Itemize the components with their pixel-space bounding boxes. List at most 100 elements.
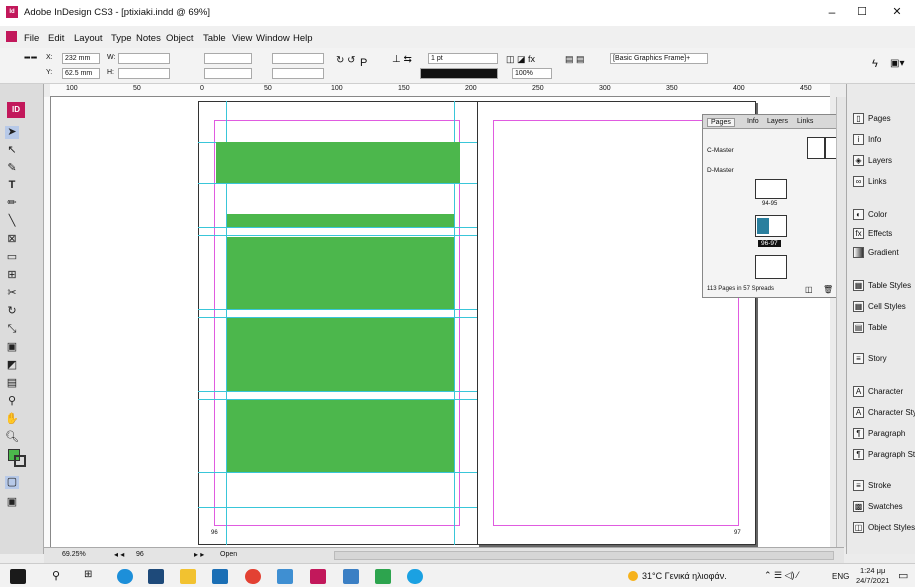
close-button[interactable]: ✕	[885, 2, 909, 22]
preview-mode-icon[interactable]: ▣	[5, 496, 19, 509]
gradient-feather-tool-icon[interactable]: ◩	[5, 359, 19, 372]
open-status[interactable]: Open	[220, 551, 237, 558]
skype-icon[interactable]	[407, 569, 423, 584]
rotation-field[interactable]	[272, 53, 324, 64]
zoom-tool-icon[interactable]: 🔍︎	[5, 431, 19, 444]
reference-point-icon[interactable]: ▪▪▪ ▪▪▪	[24, 54, 38, 68]
panel-effects[interactable]: fx Effects	[853, 223, 915, 243]
menu-object[interactable]: Object	[166, 33, 193, 44]
tab-layers[interactable]: Layers	[767, 118, 788, 125]
clock-time[interactable]: 1:24 μμ	[860, 566, 885, 575]
clock-date[interactable]: 24/7/2021	[856, 576, 889, 585]
minimize-button[interactable]: –	[820, 2, 844, 22]
panel-color[interactable]: ◐ Color	[853, 204, 915, 224]
tab-links[interactable]: Links	[797, 118, 813, 125]
scale-x-field[interactable]	[204, 53, 252, 64]
tab-info[interactable]: Info	[747, 118, 759, 125]
green-frame[interactable]	[227, 400, 454, 472]
rectangle-tool-icon[interactable]: ▭	[5, 251, 19, 264]
menu-layout[interactable]: Layout	[74, 33, 103, 44]
opacity-field[interactable]: 100%	[512, 68, 552, 79]
menu-edit[interactable]: Edit	[48, 33, 64, 44]
panel-links[interactable]: ∞ Links	[853, 171, 915, 191]
horizontal-guide[interactable]	[198, 309, 477, 310]
note-tool-icon[interactable]: ▤	[5, 377, 19, 390]
green-frame[interactable]	[227, 237, 454, 309]
panel-stroke[interactable]: ≡ Stroke	[853, 475, 915, 495]
file-explorer-icon[interactable]	[180, 569, 196, 584]
panel-paragraph-styles[interactable]: ¶Paragraph Styles	[853, 444, 915, 464]
page-nav-next[interactable]: ▸ ▸	[194, 550, 204, 559]
panel-table[interactable]: ▤ Table	[853, 317, 915, 337]
task-view-icon[interactable]: ⊞	[84, 569, 100, 584]
page-nav-prev[interactable]: ◂ ◂	[114, 550, 124, 559]
panel-story[interactable]: ≡ Story	[853, 348, 915, 368]
stroke-type-field[interactable]	[420, 68, 498, 79]
menu-notes[interactable]: Notes	[136, 33, 161, 44]
panel-paragraph[interactable]: ¶ Paragraph	[853, 423, 915, 443]
x-position-field[interactable]: 232 mm	[62, 53, 100, 64]
tray-icons[interactable]: ⌃ ☰ ◁) ⁄	[764, 570, 799, 581]
stroke-weight-field[interactable]: 1 pt	[428, 53, 498, 64]
gradient-tool-icon[interactable]: ⊞	[5, 269, 19, 282]
notifications-icon[interactable]: ▭	[898, 569, 908, 582]
windows-start-icon[interactable]	[10, 569, 26, 584]
menu-help[interactable]: Help	[293, 33, 313, 44]
panel-character-styles[interactable]: ACharacter Styles	[853, 402, 915, 422]
frame-fitting-icon[interactable]: ◫ ◪ fx	[506, 54, 535, 65]
indesign-taskbar-icon[interactable]	[310, 569, 326, 584]
spread-thumb-selected[interactable]	[755, 215, 787, 237]
menu-type[interactable]: Type	[111, 33, 132, 44]
free-transform-tool-icon[interactable]: ▣	[5, 341, 19, 354]
green-frame[interactable]	[216, 142, 460, 183]
notepad-icon[interactable]	[343, 569, 359, 584]
eyedropper-tool-icon[interactable]: ⚲	[5, 395, 19, 408]
width-field[interactable]	[118, 53, 170, 64]
horizontal-guide[interactable]	[198, 183, 477, 184]
flip-icon[interactable]: ⊥ ⇆	[392, 54, 412, 65]
pencil-tool-icon[interactable]: ✏	[5, 197, 19, 210]
panel-character[interactable]: A Character	[853, 381, 915, 401]
maximize-button[interactable]: ☐	[850, 2, 874, 22]
panel-info[interactable]: i Info	[853, 129, 915, 149]
tab-pages[interactable]: Pages	[707, 118, 735, 127]
line-tool-icon[interactable]: ╲	[5, 215, 19, 228]
hand-tool-icon[interactable]: ✋	[5, 413, 19, 426]
scale-tool-icon[interactable]: ⤡	[5, 323, 19, 336]
selection-tool-icon[interactable]: ➤	[5, 126, 19, 139]
workspace-icon[interactable]: ▣▾	[890, 58, 904, 69]
panel-gradient[interactable]: Gradient	[853, 242, 915, 262]
object-style-dropdown[interactable]: [Basic Graphics Frame]+	[610, 53, 708, 64]
green-frame[interactable]	[227, 318, 454, 391]
master-item[interactable]: C-Master	[707, 147, 734, 154]
vertical-scrollbar[interactable]	[836, 97, 846, 547]
mail-icon[interactable]	[212, 569, 228, 584]
rotate-icon[interactable]: ↻ ↺	[336, 55, 356, 66]
rectangle-frame-tool-icon[interactable]: ⊠	[5, 233, 19, 246]
delete-page-icon[interactable]: 🗑︎	[823, 285, 833, 294]
y-position-field[interactable]: 62.5 mm	[62, 68, 100, 79]
panel-layers[interactable]: ◈ Layers	[853, 150, 915, 170]
panel-cell-styles[interactable]: ▦ Cell Styles	[853, 296, 915, 316]
panel-object-styles[interactable]: ◫ Object Styles	[853, 517, 915, 537]
panel-table-styles[interactable]: ▦ Table Styles	[853, 275, 915, 295]
language-indicator[interactable]: ENG	[832, 572, 849, 581]
horizontal-guide[interactable]	[198, 235, 477, 236]
scissors-tool-icon[interactable]: ✂	[5, 287, 19, 300]
menu-file[interactable]: File	[24, 33, 39, 44]
horizontal-guide[interactable]	[198, 507, 477, 508]
horizontal-guide[interactable]	[198, 227, 477, 228]
menu-table[interactable]: Table	[203, 33, 226, 44]
horizontal-guide[interactable]	[198, 472, 477, 473]
normal-view-icon[interactable]: ▢	[5, 476, 19, 489]
scale-y-field[interactable]	[204, 68, 252, 79]
master-item[interactable]: D-Master	[707, 167, 734, 174]
align-icon[interactable]: ▤ ▤	[565, 54, 585, 65]
pen-tool-icon[interactable]: ✎	[5, 162, 19, 175]
page-number-field[interactable]: 96	[136, 551, 144, 558]
horizontal-guide[interactable]	[198, 391, 477, 392]
photoshop-icon[interactable]	[148, 569, 164, 584]
menu-window[interactable]: Window	[256, 33, 290, 44]
edge-browser-icon[interactable]	[117, 569, 133, 584]
direct-selection-tool-icon[interactable]: ↖	[5, 144, 19, 157]
